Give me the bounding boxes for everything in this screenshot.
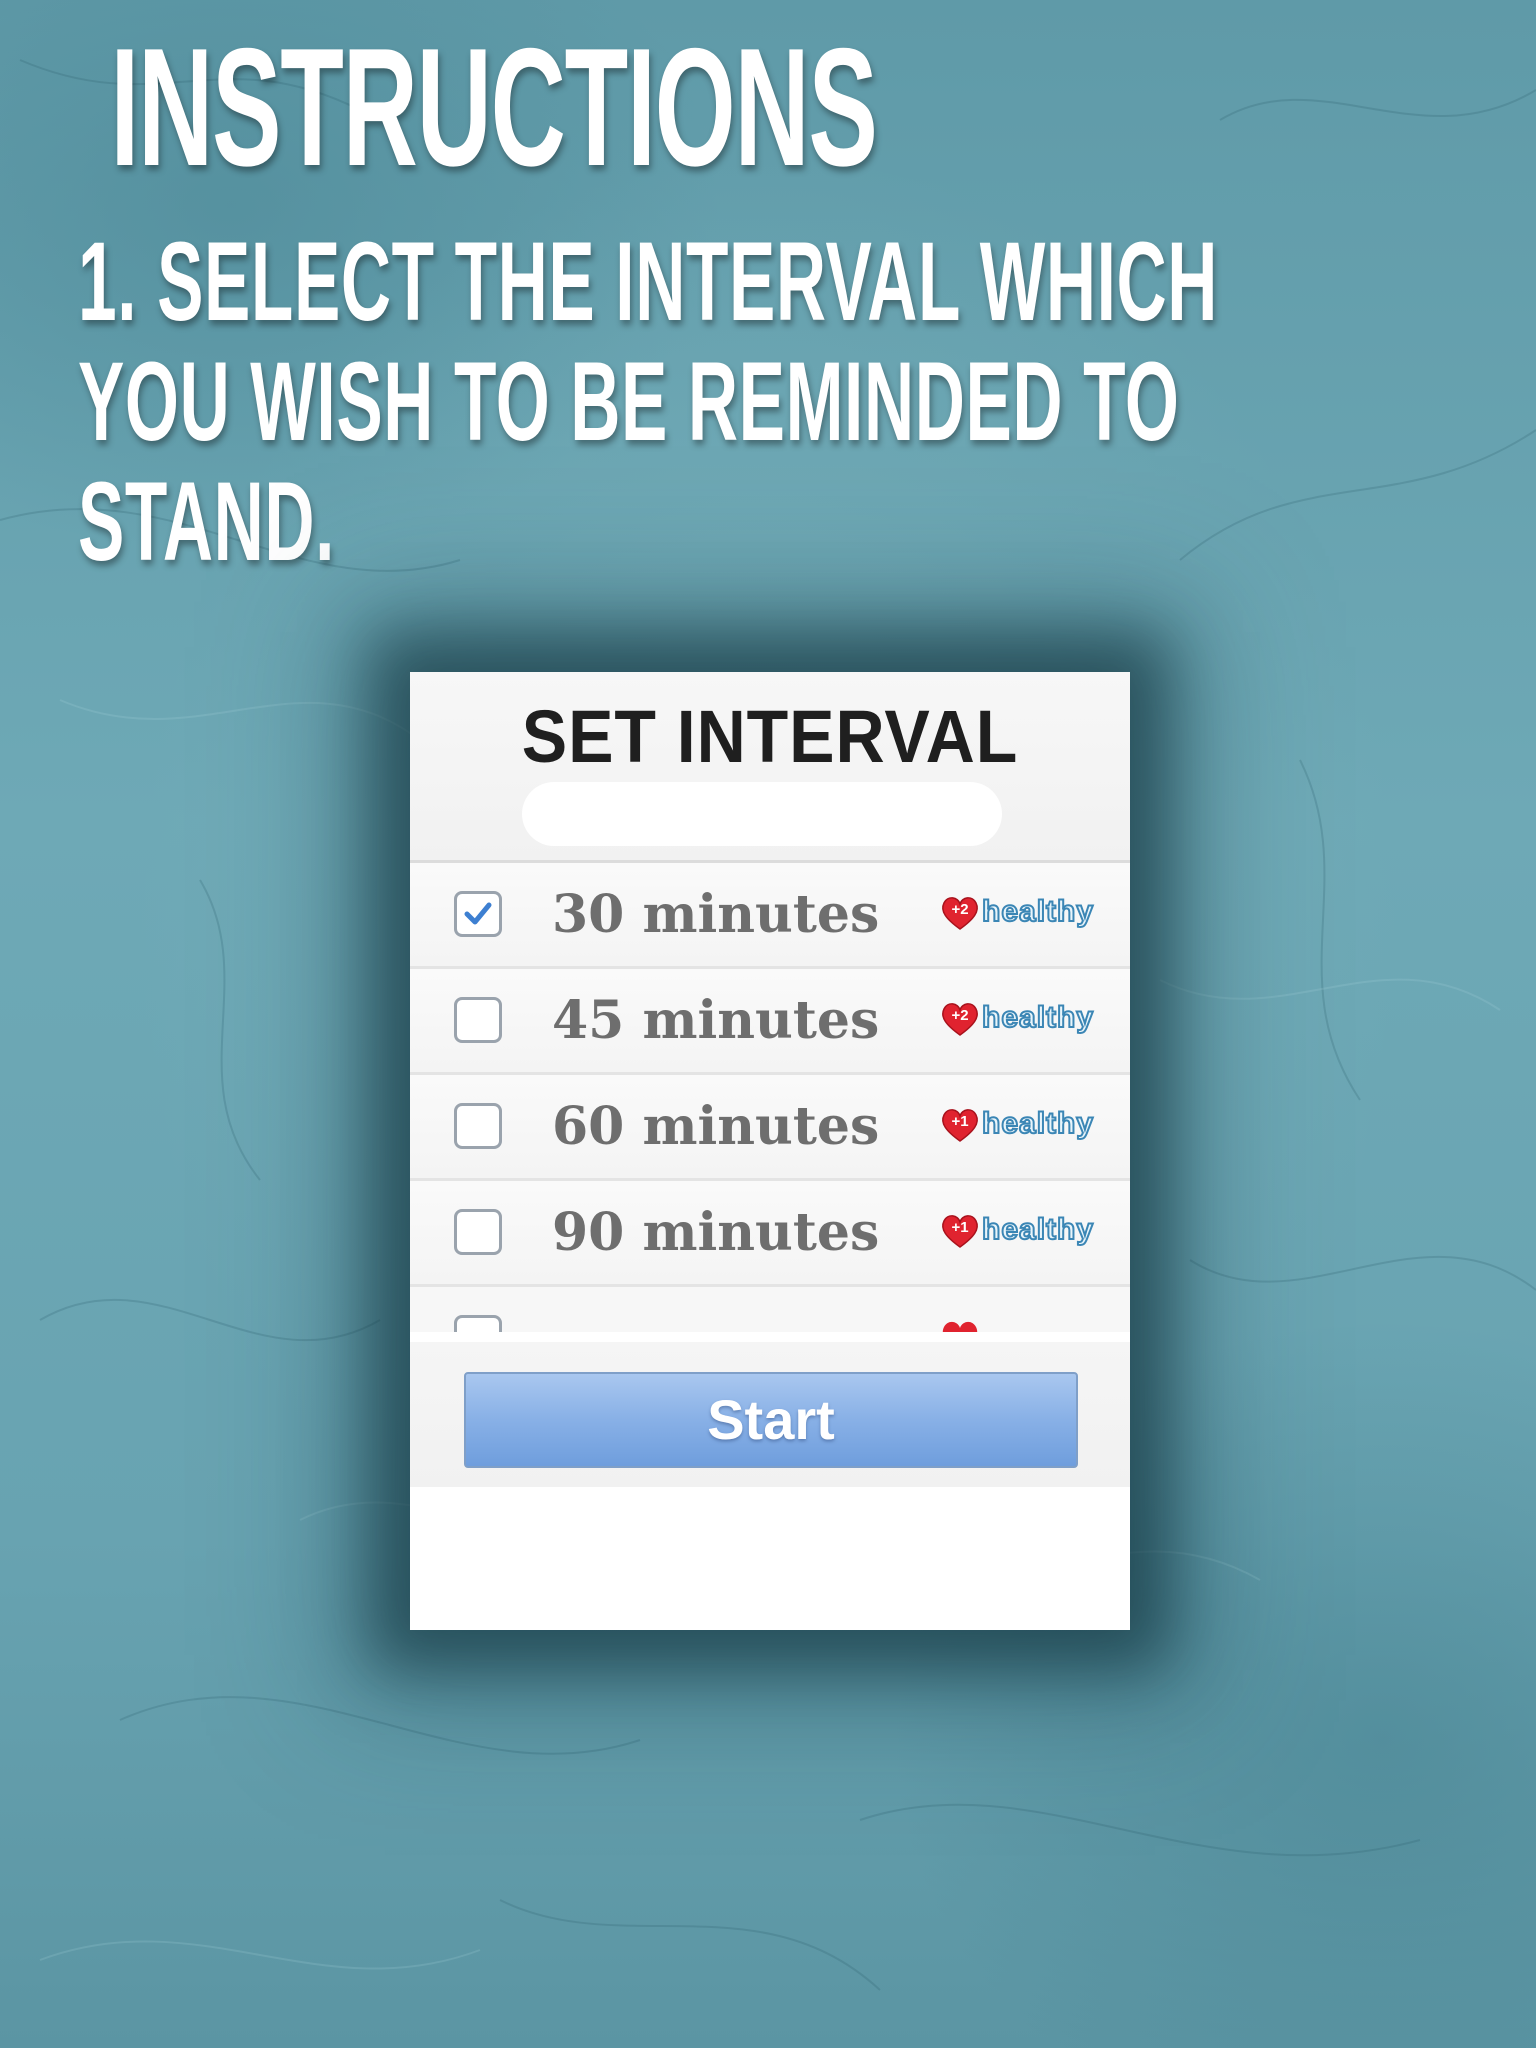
interval-label: 45 minutes [552,990,880,1051]
badge-word: healthy [981,1212,1095,1247]
checkbox-unchecked[interactable] [454,1209,502,1255]
checkbox-unchecked[interactable] [454,997,502,1043]
checkbox-checked[interactable] [454,891,502,937]
instruction-line-1: 1. SELECT THE INTERVAL WHICH [78,219,1219,344]
interval-option-90[interactable]: 90 minutes +1 healthy [410,1181,1130,1287]
checkbox-unchecked[interactable] [454,1103,502,1149]
healthy-badge: +1 healthy [940,1211,1100,1255]
healthy-badge: +1 healthy [940,1105,1100,1149]
interval-label: 60 minutes [552,1096,880,1157]
badge-word: healthy [981,1000,1095,1035]
footer-blank [410,1487,1130,1630]
set-interval-panel: SET INTERVAL Start 30 minutes +2 healthy [410,672,1130,1630]
instruction-line-2: YOU WISH TO BE REMINDED TO [78,339,1180,464]
heart-icon-partial [942,1321,978,1332]
panel-header: SET INTERVAL [410,672,1130,863]
interval-label: 90 minutes [552,1202,880,1263]
badge-word: healthy [981,894,1095,929]
redacted-subtitle [522,782,1002,846]
badge-points: +1 [951,1219,969,1236]
interval-label: 30 minutes [552,884,880,945]
page-heading: INSTRUCTIONS [110,13,878,201]
badge-points: +1 [951,1113,969,1130]
interval-option-partial [410,1287,1130,1332]
badge-word: healthy [981,1106,1095,1141]
start-button[interactable]: Start [464,1372,1078,1468]
badge-points: +2 [951,1007,969,1024]
interval-option-45[interactable]: 45 minutes +2 healthy [410,969,1130,1075]
checkbox-partial [454,1315,502,1332]
healthy-badge: +2 healthy [940,999,1100,1043]
checkmark-icon [464,902,492,925]
instruction-line-3: STAND. [78,459,336,584]
badge-points: +2 [951,901,969,918]
interval-option-60[interactable]: 60 minutes +1 healthy [410,1075,1130,1181]
interval-option-30[interactable]: 30 minutes +2 healthy [410,863,1130,969]
interval-list: 30 minutes +2 healthy 45 minutes +2 heal… [410,863,1130,1332]
healthy-badge: +2 healthy [940,893,1100,937]
panel-title: SET INTERVAL [521,695,1019,778]
footer-band: Start [410,1342,1130,1487]
instruction-text: 1. SELECT THE INTERVAL WHICH YOU WISH TO… [78,222,1442,582]
